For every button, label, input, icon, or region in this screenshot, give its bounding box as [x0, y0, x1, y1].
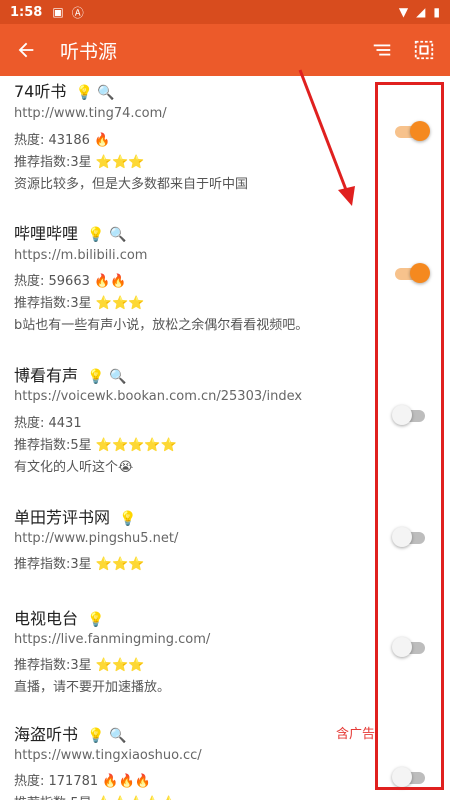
- source-name: 单田芳评书网: [14, 508, 111, 527]
- battery-icon: ▮: [433, 5, 440, 19]
- source-rating: 推荐指数:3星 ⭐⭐⭐: [14, 658, 145, 673]
- source-url: http://www.ting74.com/: [14, 106, 167, 121]
- source-desc: 资源比较多，但是大多数都来自于听中国: [14, 177, 249, 192]
- source-icons: 💡 🔍: [87, 728, 127, 744]
- sort-button[interactable]: [370, 38, 394, 62]
- page-title: 听书源: [60, 40, 118, 63]
- source-icons: 💡: [119, 511, 137, 527]
- source-name: 海盗听书: [14, 725, 79, 744]
- list-item[interactable]: 电视电台 💡 https://live.fanmingming.com/ 推荐指…: [0, 603, 450, 718]
- source-desc: 有文化的人听这个😭: [14, 460, 134, 475]
- app-bar: 听书源: [0, 24, 450, 76]
- source-desc: 直播，请不要开加速播放。: [14, 680, 171, 695]
- source-url: https://live.fanmingming.com/: [14, 632, 211, 647]
- source-heat: 热度: 43186 🔥: [14, 133, 111, 148]
- source-heat: 热度: 4431: [14, 416, 82, 431]
- source-toggle[interactable]: [392, 404, 432, 426]
- select-all-button[interactable]: [412, 38, 436, 62]
- list-item[interactable]: 哔哩哔哩 💡 🔍 https://m.bilibili.com 热度: 5966…: [0, 216, 450, 351]
- source-name: 74听书: [14, 82, 67, 101]
- list-item[interactable]: 博看有声 💡 🔍 https://voicewk.bookan.com.cn/2…: [0, 358, 450, 488]
- source-heat: 热度: 171781 🔥🔥🔥: [14, 774, 151, 789]
- sort-icon: [373, 44, 391, 56]
- arrow-left-icon: [18, 42, 34, 58]
- source-heat: 热度: 59663 🔥🔥: [14, 274, 127, 289]
- back-button[interactable]: [0, 24, 52, 76]
- source-name: 哔哩哔哩: [14, 224, 79, 243]
- source-name: 博看有声: [14, 366, 79, 385]
- ad-badge: 含广告: [336, 727, 376, 742]
- source-rating: 推荐指数:5星 ⭐⭐⭐⭐⭐: [14, 792, 177, 800]
- source-rating: 推荐指数:5星 ⭐⭐⭐⭐⭐: [14, 438, 177, 453]
- source-toggle[interactable]: [392, 766, 432, 788]
- source-url: https://voicewk.bookan.com.cn/25303/inde…: [14, 389, 303, 404]
- status-time: 1:58: [10, 4, 43, 20]
- source-icons: 💡 🔍: [87, 369, 127, 385]
- source-toggle[interactable]: [392, 526, 432, 548]
- source-toggle[interactable]: [392, 636, 432, 658]
- source-icons: 💡 🔍: [87, 227, 127, 243]
- source-url: https://m.bilibili.com: [14, 248, 148, 263]
- source-toggle[interactable]: [392, 262, 432, 284]
- list-item[interactable]: 74听书 💡 🔍 http://www.ting74.com/ 热度: 4318…: [0, 76, 450, 216]
- a-icon: Ⓐ: [71, 5, 84, 20]
- signal-icon: ◢: [416, 5, 426, 19]
- source-desc: b站也有一些有声小说，放松之余偶尔看看视频吧。: [14, 318, 309, 333]
- select-all-icon: [414, 40, 434, 60]
- source-icons: 💡: [87, 612, 105, 628]
- source-icons: 💡 🔍: [75, 85, 115, 101]
- source-url: http://www.pingshu5.net/: [14, 531, 179, 546]
- sim-card-icon: ▣: [52, 5, 64, 19]
- wifi-icon: ▼: [398, 5, 409, 19]
- source-list: 74听书 💡 🔍 http://www.ting74.com/ 热度: 4318…: [0, 76, 450, 800]
- source-rating: 推荐指数:3星 ⭐⭐⭐: [14, 155, 145, 170]
- source-name: 电视电台: [14, 609, 79, 628]
- list-item[interactable]: 单田芳评书网 💡 http://www.pingshu5.net/ 推荐指数:3…: [0, 500, 450, 600]
- list-item[interactable]: 海盗听书 💡 🔍 含广告 https://www.tingxiaoshuo.cc…: [0, 719, 450, 800]
- status-bar: 1:58 ▣ Ⓐ ▼ ◢ ▮: [0, 0, 450, 24]
- source-url: https://www.tingxiaoshuo.cc/: [14, 748, 202, 763]
- source-rating: 推荐指数:3星 ⭐⭐⭐: [14, 557, 145, 572]
- source-toggle[interactable]: [392, 120, 432, 142]
- source-rating: 推荐指数:3星 ⭐⭐⭐: [14, 296, 145, 311]
